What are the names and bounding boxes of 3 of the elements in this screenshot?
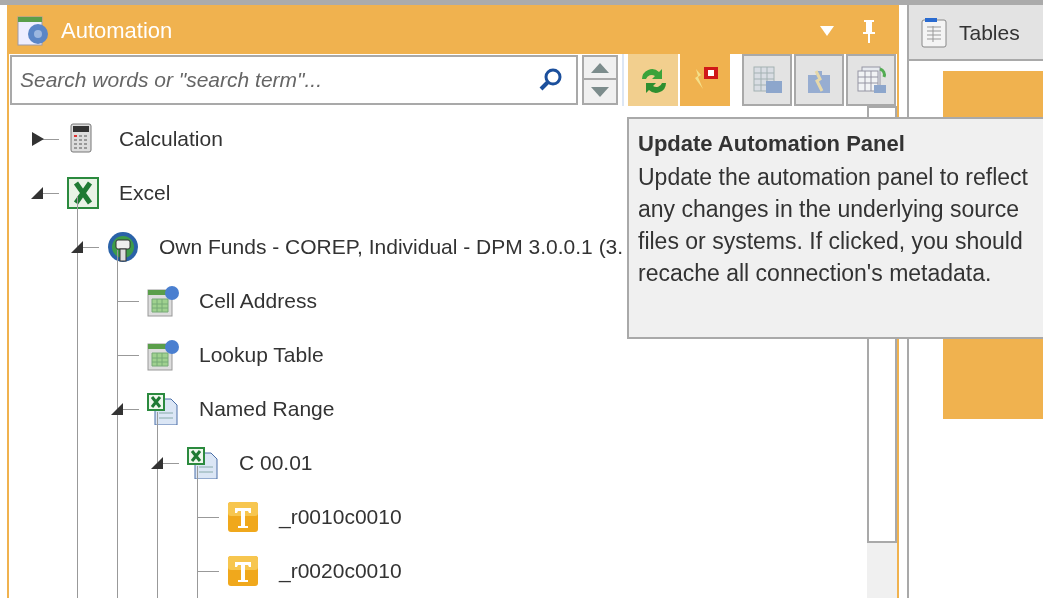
tooltip-text: Update the automation panel to reflect any changes in the underlying source files or systems. If clicked, you should recache all connection's metadata. bbox=[638, 163, 1029, 288]
tooltip-title: Update Automation Panel bbox=[638, 130, 906, 158]
panel-title: Automation bbox=[61, 17, 173, 45]
